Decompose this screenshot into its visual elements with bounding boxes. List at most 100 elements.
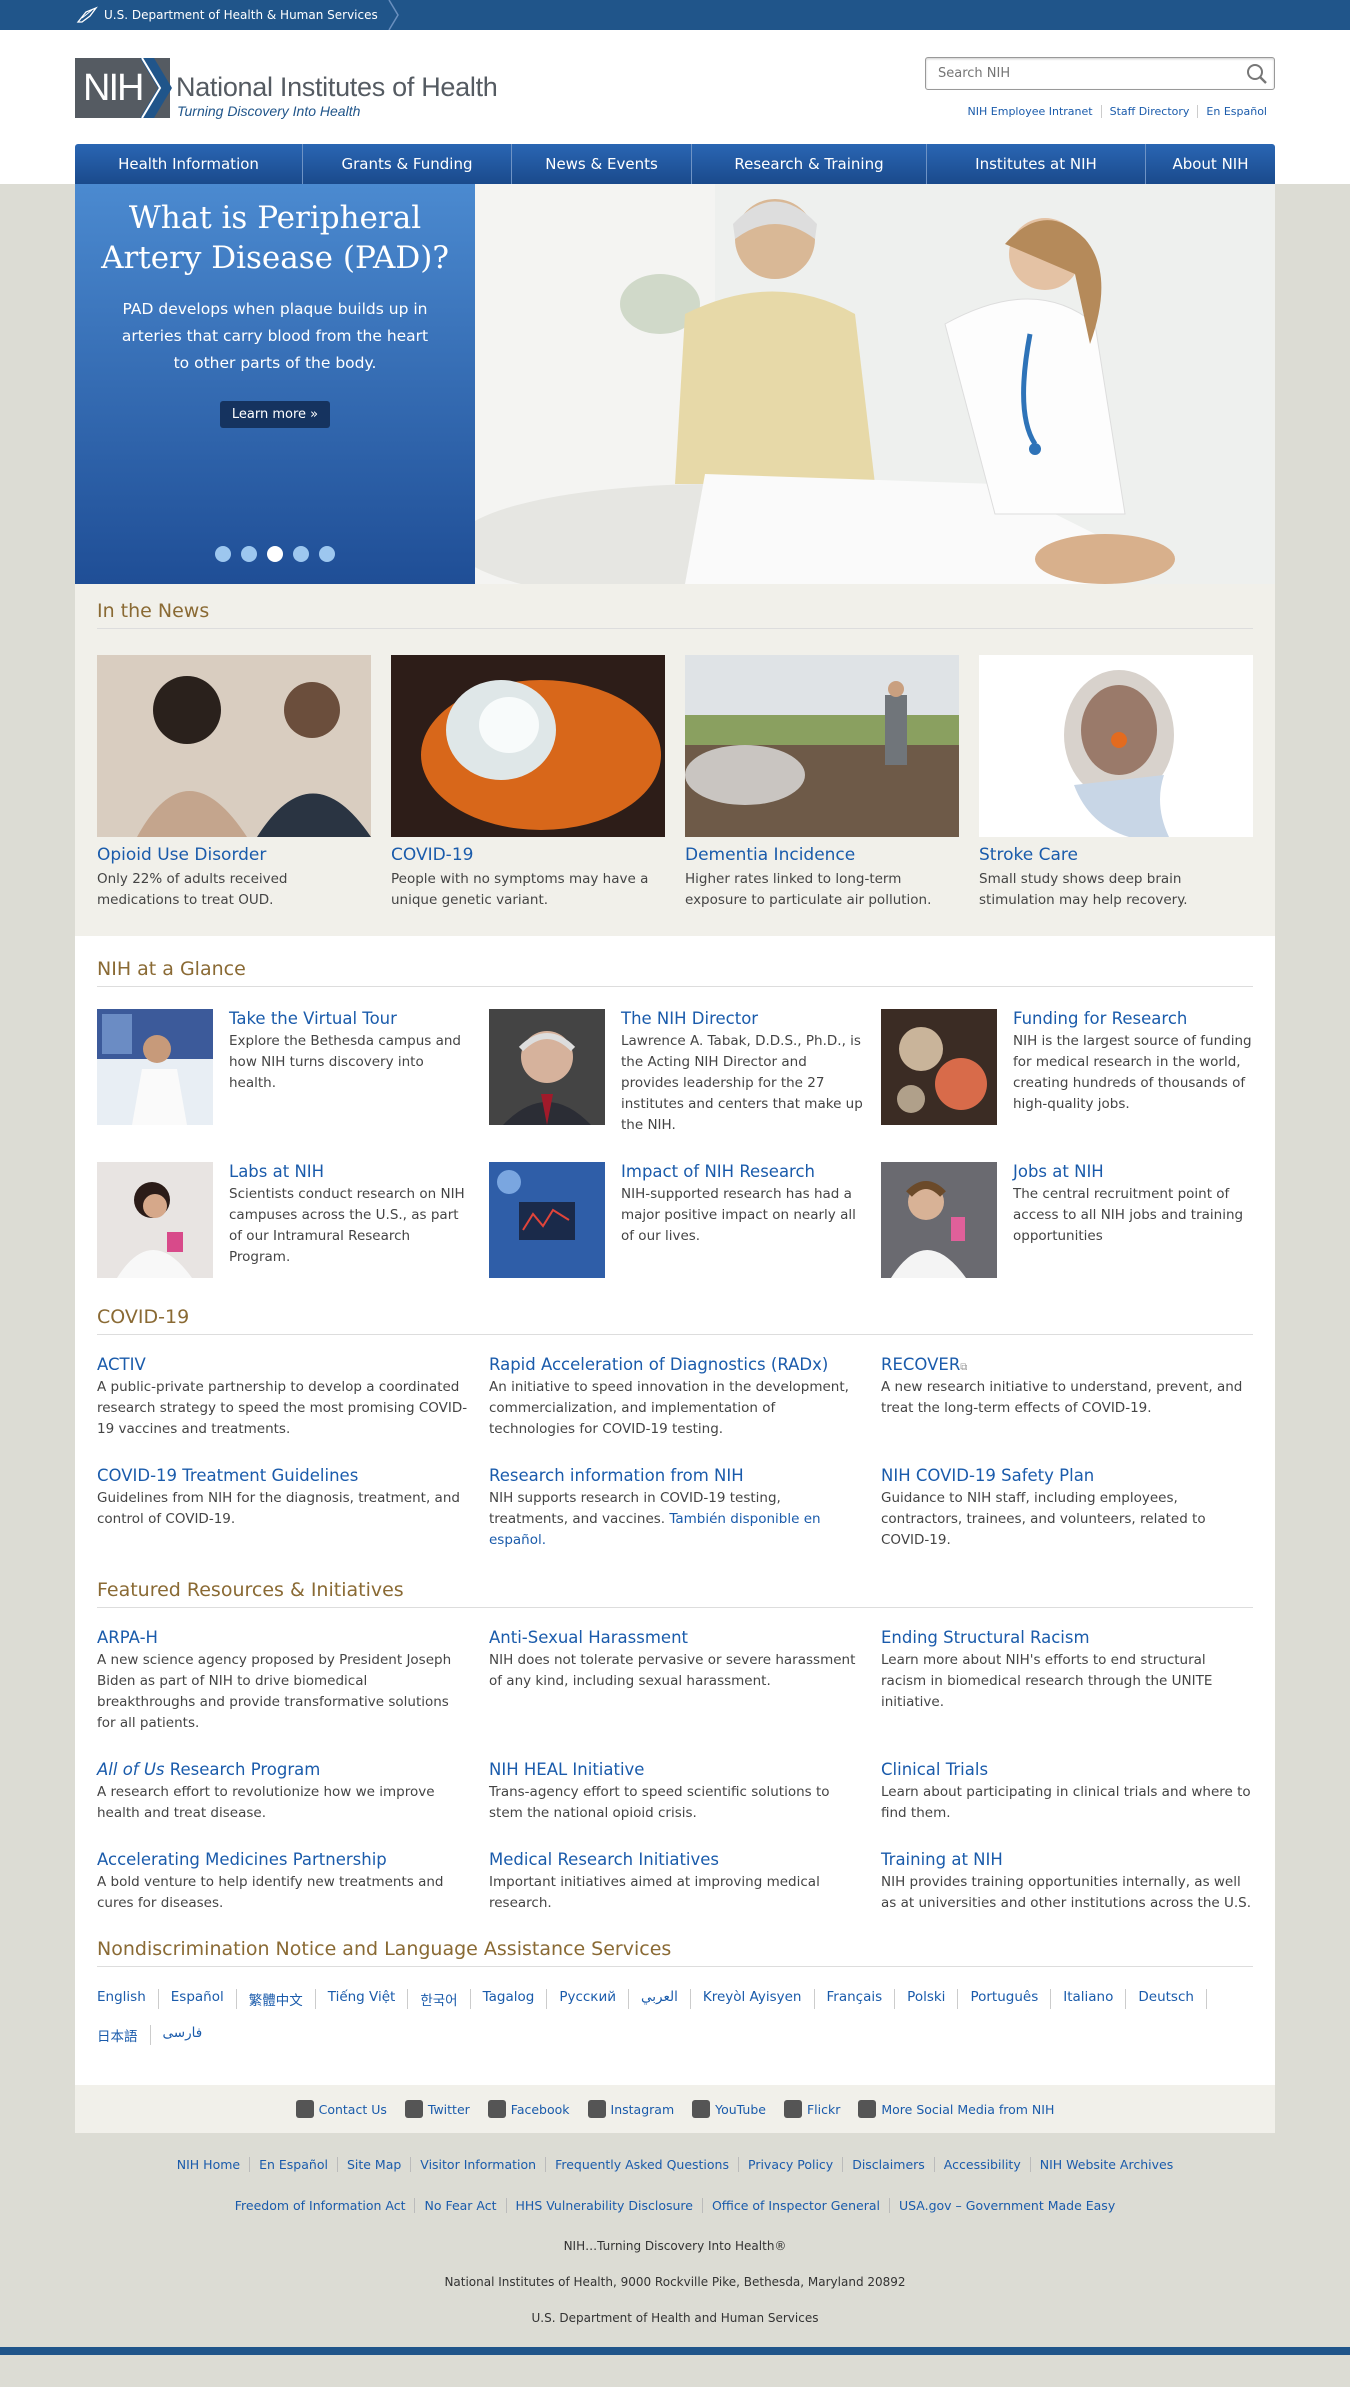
footer-link[interactable]: NIH Website Archives <box>1029 2157 1183 2172</box>
covid-item-title[interactable]: RECOVER <box>881 1355 960 1374</box>
featured-item-title[interactable]: Ending Structural Racism <box>881 1628 1257 1647</box>
language-link[interactable]: Kreyòl Ayisyen <box>703 1989 815 2009</box>
featured-item-title[interactable]: Medical Research Initiatives <box>489 1850 881 1869</box>
social-twitter[interactable]: Twitter <box>404 2100 470 2118</box>
glance-thumb-labs[interactable] <box>97 1162 213 1278</box>
social-label[interactable]: Flickr <box>807 2102 840 2117</box>
news-item-title[interactable]: Opioid Use Disorder <box>97 845 371 865</box>
nav-research-training[interactable]: Research & Training <box>692 144 927 184</box>
covid-item-title[interactable]: Rapid Acceleration of Diagnostics (RADx) <box>489 1355 881 1374</box>
social-label[interactable]: More Social Media from NIH <box>881 2102 1054 2117</box>
social-more[interactable]: More Social Media from NIH <box>858 2100 1054 2118</box>
glance-item-title[interactable]: Funding for Research <box>1013 1009 1257 1028</box>
social-label[interactable]: Twitter <box>428 2102 470 2117</box>
glance-item-title[interactable]: Labs at NIH <box>229 1162 473 1181</box>
footer-link[interactable]: No Fear Act <box>414 2198 505 2213</box>
news-image-opioid[interactable] <box>97 655 371 837</box>
language-link[interactable]: Español <box>171 1989 237 2009</box>
social-facebook[interactable]: Facebook <box>487 2100 570 2118</box>
news-item-title[interactable]: COVID-19 <box>391 845 665 865</box>
news-card[interactable]: Stroke Care Small study shows deep brain… <box>979 655 1253 911</box>
carousel-dot[interactable] <box>241 546 257 562</box>
social-label[interactable]: Facebook <box>511 2102 570 2117</box>
glance-item[interactable]: Impact of NIH Research NIH-supported rese… <box>489 1162 881 1278</box>
news-item-title[interactable]: Stroke Care <box>979 845 1253 865</box>
footer-link[interactable]: Disclaimers <box>842 2157 934 2172</box>
covid-item-title[interactable]: NIH COVID-19 Safety Plan <box>881 1466 1257 1485</box>
hhs-bar[interactable]: U.S. Department of Health & Human Servic… <box>0 0 1350 30</box>
footer-link[interactable]: Accessibility <box>933 2157 1030 2172</box>
language-link[interactable]: Русский <box>559 1989 629 2009</box>
hero-learn-more-button[interactable]: Learn more » <box>219 401 331 428</box>
language-link[interactable]: English <box>97 1989 159 2009</box>
hero-image-doctor-patient[interactable] <box>475 184 1275 584</box>
glance-item-title[interactable]: Impact of NIH Research <box>621 1162 865 1181</box>
news-item-title[interactable]: Dementia Incidence <box>685 845 959 865</box>
featured-item-title[interactable]: Research Program <box>165 1760 321 1779</box>
social-youtube[interactable]: YouTube <box>692 2100 766 2118</box>
footer-link[interactable]: HHS Vulnerability Disclosure <box>505 2198 702 2213</box>
glance-thumb-director[interactable] <box>489 1009 605 1125</box>
featured-item-title[interactable]: Clinical Trials <box>881 1760 1257 1779</box>
search-icon[interactable] <box>1246 63 1268 85</box>
nav-about-nih[interactable]: About NIH <box>1146 144 1275 184</box>
footer-link[interactable]: USA.gov – Government Made Easy <box>888 2198 1124 2213</box>
covid-item-title[interactable]: ACTIV <box>97 1355 489 1374</box>
language-link[interactable]: Português <box>970 1989 1052 2009</box>
footer-hhs-link[interactable]: U.S. Department of Health and Human Serv… <box>0 2311 1350 2325</box>
glance-item[interactable]: Jobs at NIH The central recruitment point… <box>881 1162 1257 1278</box>
news-card[interactable]: Dementia Incidence Higher rates linked t… <box>685 655 959 911</box>
language-link[interactable]: 繁體中文 <box>249 1989 316 2009</box>
language-link[interactable]: 日本語 <box>97 2025 151 2045</box>
glance-item[interactable]: Take the Virtual Tour Explore the Bethesd… <box>97 1009 489 1136</box>
glance-item-title[interactable]: The NIH Director <box>621 1009 865 1028</box>
featured-item-title-italic[interactable]: All of Us <box>97 1760 165 1779</box>
utility-link-espanol[interactable]: En Español <box>1197 105 1275 118</box>
glance-thumb-impact[interactable] <box>489 1162 605 1278</box>
carousel-dot-active[interactable] <box>267 546 283 562</box>
glance-item[interactable]: Funding for Research NIH is the largest s… <box>881 1009 1257 1136</box>
glance-item[interactable]: Labs at NIH Scientists conduct research o… <box>97 1162 489 1278</box>
language-link[interactable]: 한국어 <box>420 1989 471 2009</box>
news-image-stroke[interactable] <box>979 655 1253 837</box>
featured-item-title[interactable]: Training at NIH <box>881 1850 1257 1869</box>
glance-thumb-funding[interactable] <box>881 1009 997 1125</box>
featured-item-title[interactable]: ARPA-H <box>97 1628 489 1647</box>
carousel-dot[interactable] <box>319 546 335 562</box>
news-image-dementia[interactable] <box>685 655 959 837</box>
footer-link[interactable]: Frequently Asked Questions <box>545 2157 738 2172</box>
featured-item-title[interactable]: NIH HEAL Initiative <box>489 1760 881 1779</box>
social-label[interactable]: YouTube <box>715 2102 766 2117</box>
footer-link[interactable]: Freedom of Information Act <box>226 2198 415 2213</box>
glance-thumb-virtual-tour[interactable] <box>97 1009 213 1125</box>
nav-news-events[interactable]: News & Events <box>512 144 692 184</box>
news-card[interactable]: Opioid Use Disorder Only 22% of adults r… <box>97 655 371 911</box>
footer-link[interactable]: Privacy Policy <box>738 2157 842 2172</box>
glance-item-title[interactable]: Take the Virtual Tour <box>229 1009 473 1028</box>
carousel-dot[interactable] <box>293 546 309 562</box>
news-image-covid[interactable] <box>391 655 665 837</box>
nav-health-information[interactable]: Health Information <box>75 144 303 184</box>
glance-item[interactable]: The NIH Director Lawrence A. Tabak, D.D.S… <box>489 1009 881 1136</box>
logo-title[interactable]: National Institutes of Health <box>176 72 498 103</box>
language-link[interactable]: Polski <box>907 1989 959 2009</box>
covid-item-title-external[interactable]: RECOVER⧉ <box>881 1355 1257 1374</box>
carousel-dot[interactable] <box>215 546 231 562</box>
footer-link[interactable]: Office of Inspector General <box>701 2198 889 2213</box>
glance-item-title[interactable]: Jobs at NIH <box>1013 1162 1257 1181</box>
featured-item-title[interactable]: Anti-Sexual Harassment <box>489 1628 881 1647</box>
footer-link[interactable]: Site Map <box>336 2157 410 2172</box>
utility-link-staff-directory[interactable]: Staff Directory <box>1100 105 1198 118</box>
search-input[interactable] <box>926 58 1226 89</box>
language-link[interactable]: Français <box>827 1989 896 2009</box>
social-contact[interactable]: Contact Us <box>295 2100 387 2118</box>
language-link[interactable]: فارسی <box>163 2025 215 2045</box>
footer-link[interactable]: Visitor Information <box>410 2157 545 2172</box>
language-link[interactable]: Deutsch <box>1138 1989 1207 2009</box>
language-link[interactable]: Tiếng Việt <box>328 1989 409 2009</box>
covid-item-title[interactable]: COVID-19 Treatment Guidelines <box>97 1466 489 1485</box>
social-instagram[interactable]: Instagram <box>587 2100 675 2118</box>
social-label[interactable]: Instagram <box>611 2102 675 2117</box>
featured-item-title-all-of-us[interactable]: All of Us Research Program <box>97 1760 489 1779</box>
hhs-label[interactable]: U.S. Department of Health & Human Servic… <box>104 8 378 22</box>
